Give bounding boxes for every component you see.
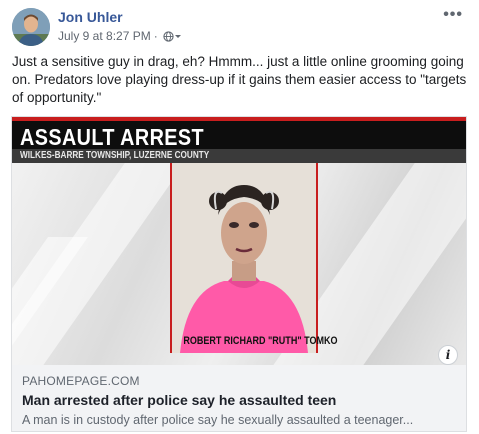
more-options-button[interactable]: ••• (443, 6, 463, 24)
headline-bar: ASSAULT ARREST (12, 121, 466, 150)
globe-icon (163, 30, 174, 42)
info-icon[interactable]: i (438, 345, 458, 365)
news-headline: ASSAULT ARREST (20, 124, 205, 150)
link-meta[interactable]: PAHOMEPAGE.COM Man arrested after police… (12, 365, 466, 431)
chevron-down-icon (174, 35, 181, 38)
post-text: Just a sensitive guy in drag, eh? Hmmm..… (12, 54, 467, 105)
link-title[interactable]: Man arrested after police say he assault… (22, 392, 456, 408)
mugshot-caption: ROBERT RICHARD "RUTH" TOMKO (183, 335, 338, 347)
post-timestamp[interactable]: July 9 at 8:27 PM (58, 29, 151, 43)
post-meta: July 9 at 8:27 PM · (58, 29, 182, 43)
audience-selector[interactable] (163, 30, 182, 42)
meta-separator: · (153, 29, 158, 43)
link-preview-card[interactable]: ASSAULT ARREST WILKES-BARRE TOWNSHIP, LU… (11, 116, 467, 432)
mugshot-photo (170, 163, 318, 353)
news-subheadline: WILKES-BARRE TOWNSHIP, LUZERNE COUNTY (20, 150, 210, 161)
link-description: A man is in custody after police say he … (22, 413, 414, 427)
mugshot-portrait-icon (172, 163, 316, 353)
link-domain: PAHOMEPAGE.COM (22, 374, 140, 388)
avatar-photo-icon (12, 8, 50, 46)
author-name[interactable]: Jon Uhler (58, 9, 123, 25)
author-avatar[interactable] (12, 8, 50, 46)
news-image[interactable]: ASSAULT ARREST WILKES-BARRE TOWNSHIP, LU… (12, 117, 466, 365)
facebook-post: Jon Uhler July 9 at 8:27 PM · ••• Just a… (0, 0, 479, 434)
subheadline-bar: WILKES-BARRE TOWNSHIP, LUZERNE COUNTY (12, 149, 466, 163)
